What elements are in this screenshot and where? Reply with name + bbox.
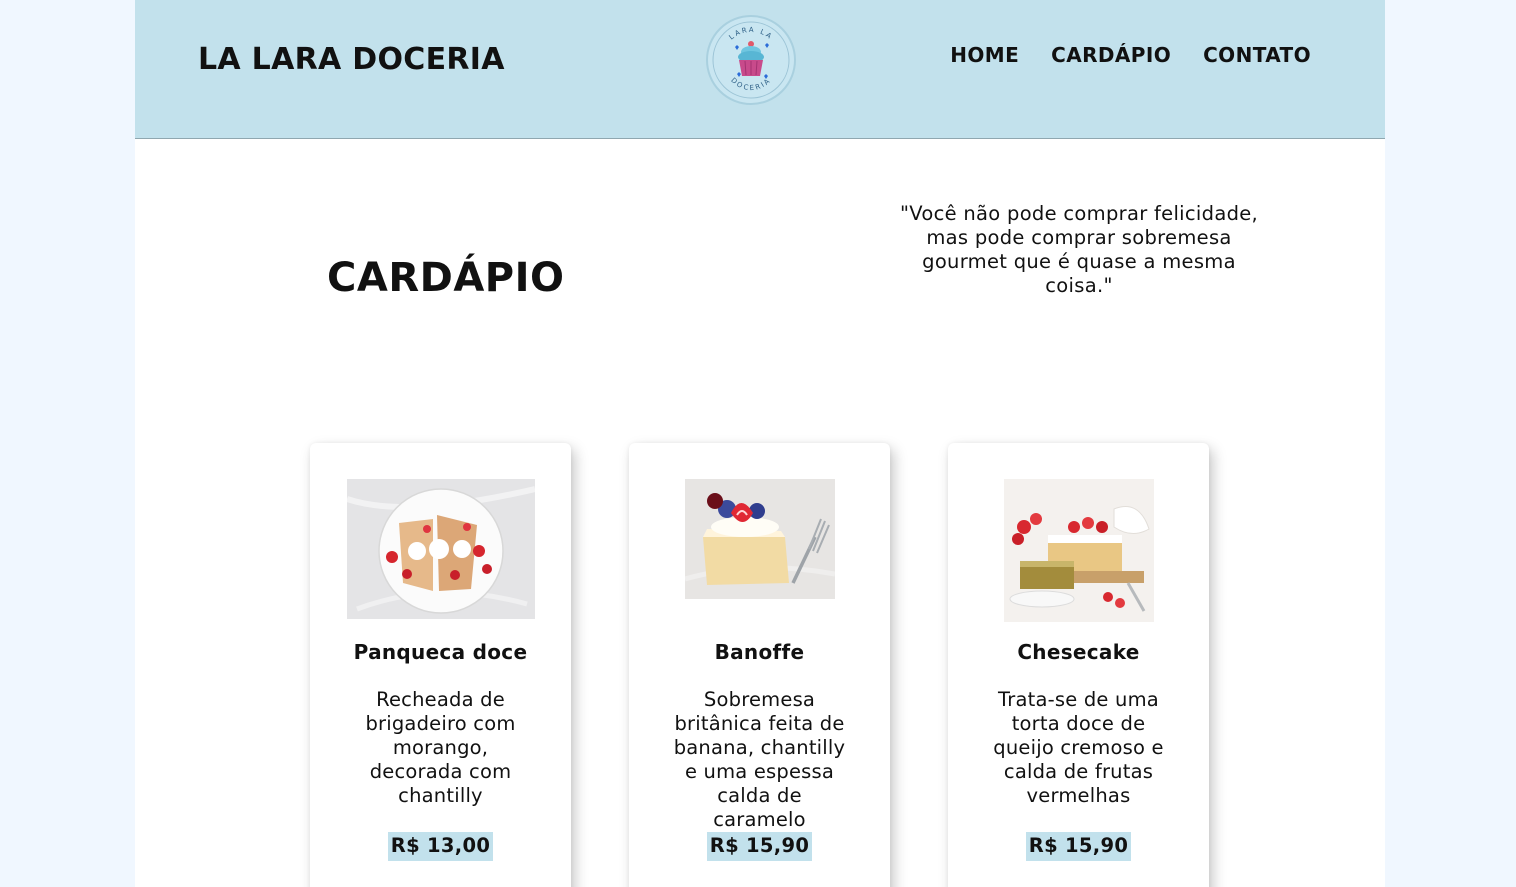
main-nav: HOME CARDÁPIO CONTATO (950, 43, 1311, 67)
product-price: R$ 13,00 (387, 832, 494, 861)
product-description: Sobremesa britânica feita de banana, cha… (673, 688, 846, 831)
cheesecake-image (1003, 479, 1154, 622)
site-header: LA LARA DOCERIA LARA LA DOCERIA HOME CAR… (135, 0, 1385, 139)
product-name: Panqueca doce (353, 640, 528, 664)
menu-title: CARDÁPIO (327, 255, 565, 301)
nav-home[interactable]: HOME (950, 43, 1019, 67)
product-description: Recheada de brigadeiro com morango, deco… (365, 688, 516, 807)
nav-contato[interactable]: CONTATO (1203, 43, 1311, 67)
pancake-image (346, 479, 535, 619)
quote-text: "Você não pode comprar felicidade, mas p… (899, 202, 1259, 297)
product-price: R$ 15,90 (706, 832, 813, 861)
product-price: R$ 15,90 (1025, 832, 1132, 861)
page: LA LARA DOCERIA LARA LA DOCERIA HOME CAR… (135, 0, 1385, 887)
brand-title: LA LARA DOCERIA (198, 42, 505, 77)
product-description: Trata-se de uma torta doce de queijo cre… (993, 688, 1164, 807)
product-card: Banoffe Sobremesa britânica feita de ban… (629, 443, 890, 887)
cupcake-logo[interactable]: LARA LA DOCERIA (705, 14, 797, 106)
product-name: Banoffe (714, 640, 805, 664)
nav-cardapio[interactable]: CARDÁPIO (1051, 43, 1171, 67)
product-name: Chesecake (1017, 640, 1140, 664)
product-card: Chesecake Trata-se de uma torta doce de … (948, 443, 1209, 887)
product-card: Panqueca doce Recheada de brigadeiro com… (310, 443, 571, 887)
banoffe-image (684, 479, 835, 599)
